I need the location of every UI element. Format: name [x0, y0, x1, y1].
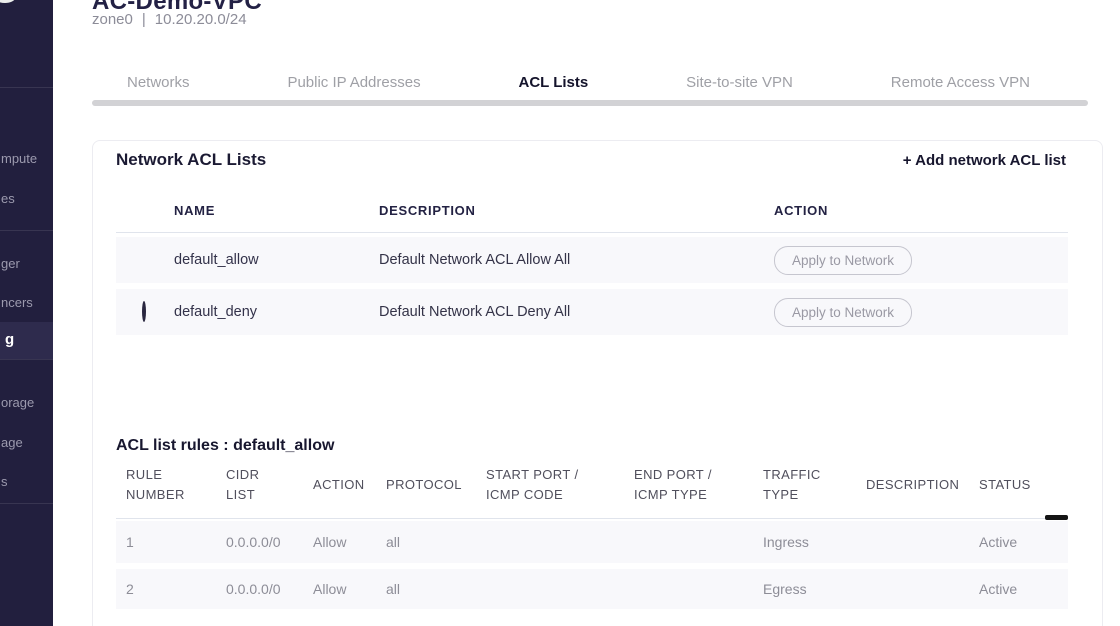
tab-networks[interactable]: Networks — [127, 74, 190, 91]
sidebar-divider — [0, 359, 53, 360]
rule-traffic-type: Ingress — [753, 534, 856, 550]
tab-acl-lists[interactable]: ACL Lists — [519, 74, 589, 91]
add-network-acl-list-button[interactable]: + Add network ACL list — [903, 152, 1066, 169]
acl-lists-card: Network ACL Lists + Add network ACL list… — [92, 140, 1103, 626]
acl-name: default_allow — [174, 252, 379, 268]
tab-public-ip-addresses[interactable]: Public IP Addresses — [287, 74, 420, 91]
acl-col-name: NAME — [174, 203, 379, 218]
sidebar-item-block-storage[interactable]: age — [1, 435, 23, 450]
rule-cidr: 0.0.0.0/0 — [216, 534, 303, 550]
sidebar: mpute es ger ncers g orage age s — [0, 0, 53, 626]
apply-to-network-button[interactable]: Apply to Network — [774, 298, 912, 327]
acl-table-divider — [116, 232, 1068, 233]
rule-action: Allow — [303, 581, 376, 597]
sidebar-item-load-balancers[interactable]: ncers — [1, 295, 33, 310]
tab-underline-bar — [92, 100, 1088, 106]
acl-col-action: ACTION — [774, 203, 1068, 218]
tab-remote-access-vpn[interactable]: Remote Access VPN — [891, 74, 1030, 91]
rules-col-rule-number: RULE NUMBER — [116, 465, 216, 505]
rules-col-cidr-list: CIDR LIST — [216, 465, 303, 505]
rules-col-traffic-type: TRAFFIC TYPE — [753, 465, 856, 505]
rule-protocol: all — [376, 581, 476, 597]
acl-col-description: DESCRIPTION — [379, 203, 774, 218]
rules-col-description: DESCRIPTION — [856, 475, 969, 495]
card-title: Network ACL Lists — [116, 150, 266, 170]
subtitle-divider: | — [142, 11, 146, 28]
apply-to-network-button[interactable]: Apply to Network — [774, 246, 912, 275]
sidebar-item-manager[interactable]: ger — [1, 256, 20, 271]
rule-status: Active — [969, 581, 1058, 597]
acl-table-header-row: NAME DESCRIPTION ACTION — [116, 203, 1068, 218]
sidebar-divider — [0, 503, 53, 504]
sidebar-item-snapshots[interactable]: s — [1, 474, 8, 489]
sidebar-item-label: g — [5, 331, 14, 348]
sidebar-item-compute[interactable]: mpute — [1, 151, 37, 166]
rule-number: 1 — [116, 534, 216, 550]
sidebar-item-storage[interactable]: orage — [1, 395, 34, 410]
rule-status: Active — [969, 534, 1058, 550]
table-scrollbar-thumb[interactable] — [1045, 515, 1068, 520]
table-row-rule-2[interactable]: 2 0.0.0.0/0 Allow all Egress Active — [116, 569, 1068, 609]
vpc-subtitle: zone0 | 10.20.20.0/24 — [92, 11, 247, 28]
logo-fragment-icon — [0, 0, 15, 3]
table-row-default-deny[interactable]: default_deny Default Network ACL Deny Al… — [116, 289, 1068, 335]
cidr-label: 10.20.20.0/24 — [155, 11, 247, 28]
rule-protocol: all — [376, 534, 476, 550]
rules-col-status: STATUS — [969, 475, 1058, 495]
rules-col-action: ACTION — [303, 475, 376, 495]
sidebar-item-instances[interactable]: es — [1, 191, 15, 206]
zone-label: zone0 — [92, 11, 133, 28]
sidebar-divider — [0, 230, 53, 231]
sidebar-item-networking-active[interactable]: g — [0, 322, 53, 359]
acl-name: default_deny — [174, 304, 379, 320]
rules-col-start-port: START PORT / ICMP CODE — [476, 465, 624, 505]
tab-site-to-site-vpn[interactable]: Site-to-site VPN — [686, 74, 793, 91]
acl-description: Default Network ACL Allow All — [379, 252, 774, 268]
sidebar-divider — [0, 87, 53, 88]
radio-unselected-icon[interactable] — [142, 301, 146, 322]
rule-action: Allow — [303, 534, 376, 550]
table-row-default-allow[interactable]: default_allow Default Network ACL Allow … — [116, 237, 1068, 283]
rules-table-divider — [116, 518, 1068, 519]
rule-number: 2 — [116, 581, 216, 597]
acl-rules-title: ACL list rules : default_allow — [116, 437, 334, 455]
rules-col-protocol: PROTOCOL — [376, 475, 476, 495]
rules-col-end-port: END PORT / ICMP TYPE — [624, 465, 753, 505]
rules-table-header-row: RULE NUMBER CIDR LIST ACTION PROTOCOL ST… — [116, 463, 1068, 507]
table-row-rule-1[interactable]: 1 0.0.0.0/0 Allow all Ingress Active — [116, 521, 1068, 563]
rule-traffic-type: Egress — [753, 581, 856, 597]
tab-bar: Networks Public IP Addresses ACL Lists S… — [92, 74, 1088, 91]
acl-description: Default Network ACL Deny All — [379, 304, 774, 320]
rule-cidr: 0.0.0.0/0 — [216, 581, 303, 597]
